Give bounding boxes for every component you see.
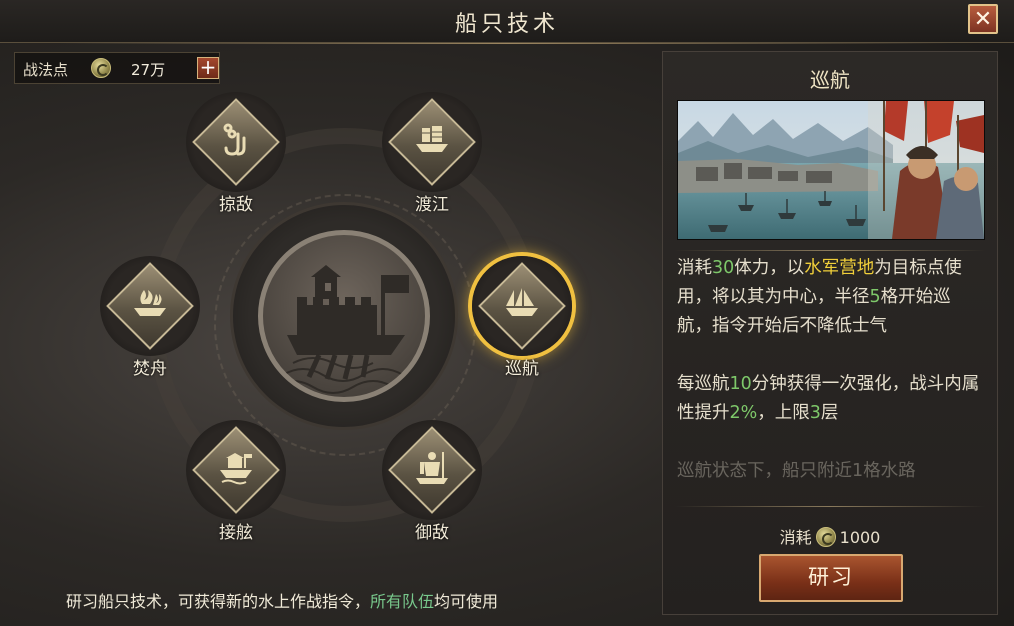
- description-paragraph: 每巡航10分钟获得一次强化，战斗内属性提升2%，上限3层: [677, 370, 983, 428]
- tech-node-label: 渡江: [415, 195, 449, 215]
- plus-icon: +: [199, 55, 217, 79]
- tech-node-label: 掠敌: [219, 195, 253, 215]
- cost-value: 1000: [839, 528, 881, 547]
- tactic-points-label: 战法点: [23, 61, 69, 79]
- armored-soldier-icon: [416, 452, 448, 484]
- tech-node-label: 焚舟: [133, 359, 167, 379]
- panel-divider: [675, 506, 985, 507]
- tech-node-label: 御敌: [415, 523, 449, 543]
- desc-number: 30: [712, 258, 735, 278]
- tech-node-defend[interactable]: 御敌: [382, 420, 482, 543]
- coin-icon: [815, 526, 836, 547]
- desc-highlight: 水军营地: [804, 258, 875, 278]
- desc-text: 体力，以: [734, 258, 805, 278]
- tech-node-label: 接舷: [219, 523, 253, 543]
- close-icon: ✕: [973, 7, 993, 32]
- research-cost: 消耗 1000: [663, 524, 997, 549]
- desc-number: 3: [809, 403, 821, 423]
- desc-text: ，上限: [757, 403, 810, 423]
- tech-illustration: [677, 100, 985, 240]
- coin-icon: [91, 58, 111, 78]
- tech-node-label: 巡航: [505, 359, 539, 379]
- description-paragraph: 消耗30体力，以水军营地为目标点使用，将以其为中心，半径5格开始巡航，指令开始后…: [677, 254, 983, 341]
- footer-text: 均可使用: [434, 592, 499, 611]
- tactic-points-value: 27万: [131, 61, 166, 79]
- page-title: 船只技术: [454, 12, 559, 37]
- desc-text: 每巡航: [677, 374, 730, 394]
- desc-text: 消耗: [677, 258, 712, 278]
- desc-number: 5: [869, 287, 881, 307]
- warship-icon: [272, 265, 425, 394]
- junk-ship-icon: [416, 126, 448, 152]
- burning-ship-icon: [134, 290, 166, 316]
- sailing-ship-icon: [506, 288, 538, 316]
- center-emblem: [258, 230, 430, 402]
- tech-node-cross-river[interactable]: 渡江: [382, 92, 482, 215]
- detail-title: 巡航: [810, 68, 850, 92]
- footer-hint: 研习船只技术，可获得新的水上作战指令，所有队伍均可使用: [66, 588, 498, 612]
- tech-node-plunder[interactable]: 掠敌: [186, 92, 286, 215]
- tech-node-patrol[interactable]: 巡航: [472, 256, 572, 379]
- footer-text: 研习船只技术，可获得新的水上作战指令，: [66, 592, 371, 611]
- tactic-points-bar: 战法点 27万 +: [14, 52, 220, 84]
- title-bar: 船只技术 ✕: [0, 0, 1014, 44]
- add-points-button[interactable]: +: [197, 57, 219, 79]
- desc-number: 10: [729, 374, 752, 394]
- tech-node-burn-boats[interactable]: 焚舟: [100, 256, 200, 379]
- detail-panel: 巡航 消耗30体力，以水军营地为目标点使用，将以其为中心，半径5格开始巡航，指令…: [662, 51, 998, 615]
- close-button[interactable]: ✕: [968, 4, 998, 34]
- boarding-ship-icon: [220, 453, 252, 485]
- tech-node-boarding[interactable]: 接舷: [186, 420, 286, 543]
- tech-description: 消耗30体力，以水军营地为目标点使用，将以其为中心，半径5格开始巡航，指令开始后…: [677, 254, 983, 488]
- footer-highlight: 所有队伍: [370, 592, 435, 611]
- desc-number: 2%: [729, 403, 758, 423]
- desc-text: 层: [820, 403, 839, 423]
- panel-divider: [675, 250, 985, 251]
- research-button[interactable]: 研习: [759, 554, 903, 602]
- cost-label: 消耗: [779, 528, 812, 547]
- chain-hook-icon: [223, 123, 246, 156]
- description-paragraph-faded: 巡航状态下，船只附近1格水路: [677, 461, 916, 481]
